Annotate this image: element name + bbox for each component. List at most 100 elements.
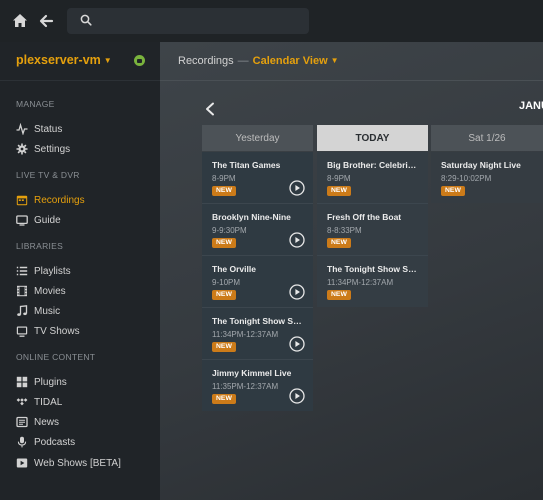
music-note-icon: [16, 305, 28, 317]
previous-week-icon[interactable]: [204, 102, 216, 116]
top-bar: [0, 0, 543, 42]
sidebar-item-settings[interactable]: Settings: [16, 142, 70, 156]
recording-time: 9-9:30PM: [212, 226, 247, 235]
recording-title: Saturday Night Live: [441, 160, 521, 170]
recording-time: 11:35PM-12:37AM: [212, 382, 279, 391]
play-icon[interactable]: [289, 388, 305, 404]
recording-title: The Tonight Show Starring Jimmy Fallon: [327, 264, 419, 274]
new-badge: NEW: [441, 186, 465, 196]
sidebar-item-status[interactable]: Status: [16, 122, 62, 136]
section-title-libraries: LIBRARIES: [16, 241, 64, 251]
activity-icon: [16, 123, 28, 135]
day-header-saturday: Sat 1/26: [431, 125, 543, 151]
recording-card[interactable]: The Titan Games 8-9PM NEW: [202, 152, 313, 204]
plugins-grid-icon: [16, 376, 28, 388]
new-badge: NEW: [212, 290, 236, 300]
new-badge: NEW: [212, 238, 236, 248]
search-icon: [80, 14, 92, 26]
sidebar-item-label: Podcasts: [34, 436, 76, 448]
sidebar-item-label: Web Shows [BETA]: [34, 457, 121, 469]
new-badge: NEW: [212, 342, 236, 352]
day-column-today: Big Brother: Celebrity Edition 8-9PM NEW…: [317, 152, 428, 307]
sidebar-item-label: News: [34, 416, 60, 428]
search-input[interactable]: [67, 8, 309, 34]
new-badge: NEW: [327, 238, 351, 248]
server-selector[interactable]: plexserver-vm ▼: [16, 53, 112, 67]
chevron-down-icon: ▼: [103, 56, 112, 65]
sidebar-item-plugins[interactable]: Plugins: [16, 375, 67, 389]
sidebar-item-label: TV Shows: [34, 325, 80, 337]
recording-time: 8-9PM: [327, 174, 351, 183]
view-selector[interactable]: Calendar View: [253, 55, 328, 67]
tv-icon: [16, 214, 28, 226]
film-icon: [16, 285, 28, 297]
play-icon[interactable]: [289, 336, 305, 352]
main-content: Recordings— Calendar View▼ JANU Yesterday…: [160, 42, 543, 500]
recording-title: The Titan Games: [212, 160, 281, 170]
recording-time: 8-9PM: [212, 174, 236, 183]
recording-time: 8-8:33PM: [327, 226, 362, 235]
sidebar-item-web-shows[interactable]: Web Shows [BETA]: [16, 456, 121, 470]
recording-title: Fresh Off the Boat: [327, 212, 402, 222]
recording-time: 11:34PM-12:37AM: [212, 330, 279, 339]
calendar-icon: [16, 194, 28, 206]
breadcrumb-separator: —: [237, 55, 249, 67]
chevron-down-icon[interactable]: ▼: [331, 56, 339, 65]
recording-time: 9-10PM: [212, 278, 241, 287]
new-badge: NEW: [327, 186, 351, 196]
play-icon[interactable]: [289, 284, 305, 300]
new-badge: NEW: [212, 394, 236, 404]
gear-icon: [16, 143, 28, 155]
tidal-icon: [16, 396, 28, 408]
section-title-live-tv: LIVE TV & DVR: [16, 170, 80, 180]
play-icon[interactable]: [289, 232, 305, 248]
home-icon[interactable]: [11, 12, 29, 30]
main-header: Recordings — Calendar View ▼: [160, 42, 543, 81]
recording-card[interactable]: Jimmy Kimmel Live 11:35PM-12:37AM NEW: [202, 360, 313, 411]
web-show-icon: [16, 457, 28, 469]
secure-connection-icon: [134, 55, 145, 66]
tv-shows-icon: [16, 325, 28, 337]
recording-card[interactable]: Saturday Night Live 8:29-10:02PM NEW: [431, 152, 543, 203]
recording-title: Big Brother: Celebrity Edition: [327, 160, 419, 170]
new-badge: NEW: [212, 186, 236, 196]
sidebar-item-label: Status: [34, 123, 63, 135]
recording-time: 8:29-10:02PM: [441, 174, 492, 183]
sidebar-item-label: Guide: [34, 214, 61, 226]
breadcrumb-section[interactable]: Recordings: [178, 55, 234, 67]
sidebar-item-tidal[interactable]: TIDAL: [16, 395, 62, 409]
recording-card[interactable]: Big Brother: Celebrity Edition 8-9PM NEW: [317, 152, 428, 204]
day-column-saturday: Saturday Night Live 8:29-10:02PM NEW: [431, 152, 543, 203]
sidebar-item-guide[interactable]: Guide: [16, 213, 61, 227]
recording-card[interactable]: Fresh Off the Boat 8-8:33PM NEW: [317, 204, 428, 256]
sidebar-item-label: Music: [34, 305, 61, 317]
sidebar-item-label: Settings: [34, 143, 71, 155]
new-badge: NEW: [327, 290, 351, 300]
day-header-yesterday: Yesterday: [202, 125, 313, 151]
recording-card[interactable]: The Orville 9-10PM NEW: [202, 256, 313, 308]
month-label: JANU: [519, 100, 543, 112]
sidebar-item-playlists[interactable]: Playlists: [16, 264, 71, 278]
server-name: plexserver-vm: [16, 53, 101, 67]
recording-card[interactable]: The Tonight Show Starring Jimmy Fallon 1…: [317, 256, 428, 307]
play-icon[interactable]: [289, 180, 305, 196]
breadcrumb: Recordings — Calendar View ▼: [178, 55, 339, 67]
sidebar-item-podcasts[interactable]: Podcasts: [16, 435, 75, 449]
sidebar-item-music[interactable]: Music: [16, 304, 60, 318]
recording-time: 11:34PM-12:37AM: [327, 278, 394, 287]
playlist-icon: [16, 265, 28, 277]
back-arrow-icon[interactable]: [37, 12, 55, 30]
recording-card[interactable]: Brooklyn Nine-Nine 9-9:30PM NEW: [202, 204, 313, 256]
sidebar-item-recordings[interactable]: Recordings: [16, 193, 85, 207]
sidebar-item-news[interactable]: News: [16, 415, 59, 429]
day-header-today: TODAY: [317, 125, 428, 151]
sidebar-item-movies[interactable]: Movies: [16, 284, 66, 298]
sidebar-item-label: Movies: [34, 285, 66, 297]
recording-card[interactable]: The Tonight Show Starring Jimmy Fallon 1…: [202, 308, 313, 360]
microphone-icon: [16, 436, 28, 448]
sidebar-item-tv-shows[interactable]: TV Shows: [16, 324, 80, 338]
sidebar-item-label: Playlists: [34, 265, 71, 277]
recording-title: Brooklyn Nine-Nine: [212, 212, 291, 222]
sidebar-divider: [0, 80, 160, 81]
sidebar-item-label: Recordings: [34, 194, 85, 206]
